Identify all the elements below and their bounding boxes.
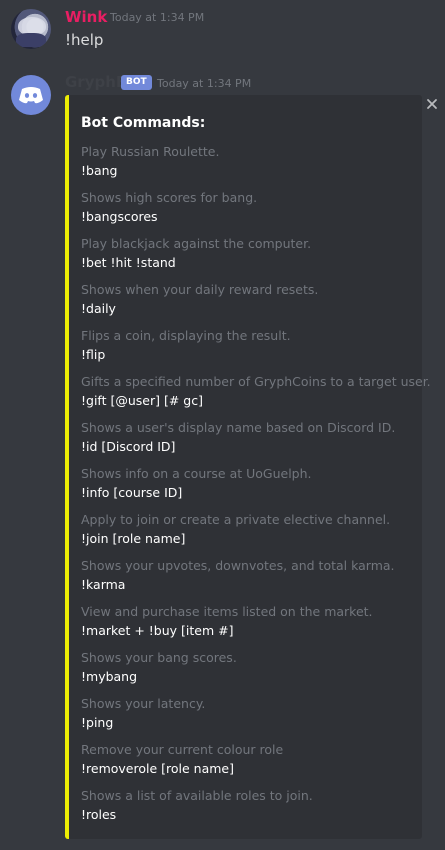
command-item: Shows high scores for bang. !bangscores — [81, 189, 431, 235]
avatar-armor — [16, 33, 46, 47]
command-item: Play blackjack against the computer. !be… — [81, 235, 431, 281]
command-item: View and purchase items listed on the ma… — [81, 603, 431, 649]
command-description: Shows when your daily reward resets. — [81, 282, 319, 297]
command-name: !mybang — [81, 669, 138, 684]
command-name: !daily — [81, 301, 116, 316]
bot-avatar[interactable] — [11, 75, 51, 115]
command-name: !karma — [81, 577, 126, 592]
command-name: !bet !hit !stand — [81, 255, 176, 270]
command-description: Shows a list of available roles to join. — [81, 788, 313, 803]
user-message: Wink Today at 1:34 PM !help — [0, 0, 445, 62]
command-item: Shows info on a course at UoGuelph. !inf… — [81, 465, 431, 511]
command-description: Flips a coin, displaying the result. — [81, 328, 291, 343]
user-message-text: !help — [65, 31, 104, 49]
command-description: Shows a user's display name based on Dis… — [81, 420, 396, 435]
command-name: !join [role name] — [81, 531, 186, 546]
command-item: Apply to join or create a private electi… — [81, 511, 431, 557]
command-name: !flip — [81, 347, 106, 362]
command-name: !id [Discord ID] — [81, 439, 176, 454]
command-name: !ping — [81, 715, 114, 730]
command-description: View and purchase items listed on the ma… — [81, 604, 373, 619]
command-item: Play Russian Roulette. !bang — [81, 143, 431, 189]
bot-badge: BOT — [121, 75, 152, 90]
command-item: Shows your upvotes, downvotes, and total… — [81, 557, 431, 603]
command-name: !bangscores — [81, 209, 158, 224]
command-name: !gift [@user] [# gc] — [81, 393, 203, 408]
command-item: Remove your current colour role !remover… — [81, 741, 431, 787]
command-name: !roles — [81, 807, 117, 822]
command-description: Shows your upvotes, downvotes, and total… — [81, 558, 395, 573]
command-description: Play blackjack against the computer. — [81, 236, 312, 251]
command-description: Gifts a specified number of GryphCoins t… — [81, 374, 431, 389]
command-item: Shows a user's display name based on Dis… — [81, 419, 431, 465]
command-item: Flips a coin, displaying the result. !fl… — [81, 327, 431, 373]
command-item: Shows your bang scores. !mybang — [81, 649, 431, 695]
command-description: Shows high scores for bang. — [81, 190, 258, 205]
command-name: !removerole [role name] — [81, 761, 234, 776]
help-embed: Bot Commands: Play Russian Roulette. !ba… — [65, 95, 431, 839]
user-avatar[interactable] — [11, 9, 51, 49]
discord-logo-icon — [19, 87, 43, 104]
close-icon[interactable] — [425, 97, 439, 111]
command-description: Shows your bang scores. — [81, 650, 237, 665]
command-description: Shows your latency. — [81, 696, 206, 711]
user-username[interactable]: Wink — [65, 8, 107, 26]
command-description: Apply to join or create a private electi… — [81, 512, 391, 527]
command-name: !market + !buy [item #] — [81, 623, 234, 638]
command-list: Play Russian Roulette. !bang Shows high … — [81, 143, 431, 833]
command-item: Gifts a specified number of GryphCoins t… — [81, 373, 431, 419]
command-name: !bang — [81, 163, 118, 178]
embed-title: Bot Commands: — [81, 115, 206, 131]
bot-message: GryphBot BOT Today at 1:34 PM Bot Comman… — [0, 62, 445, 850]
command-name: !info [course ID] — [81, 485, 183, 500]
command-item: Shows when your daily reward resets. !da… — [81, 281, 431, 327]
command-description: Remove your current colour role — [81, 742, 284, 757]
bot-message-timestamp: Today at 1:34 PM — [157, 77, 252, 90]
command-description: Shows info on a course at UoGuelph. — [81, 466, 312, 481]
command-item: Shows a list of available roles to join.… — [81, 787, 431, 833]
command-item: Shows your latency. !ping — [81, 695, 431, 741]
user-message-timestamp: Today at 1:34 PM — [110, 11, 205, 24]
command-description: Play Russian Roulette. — [81, 144, 220, 159]
